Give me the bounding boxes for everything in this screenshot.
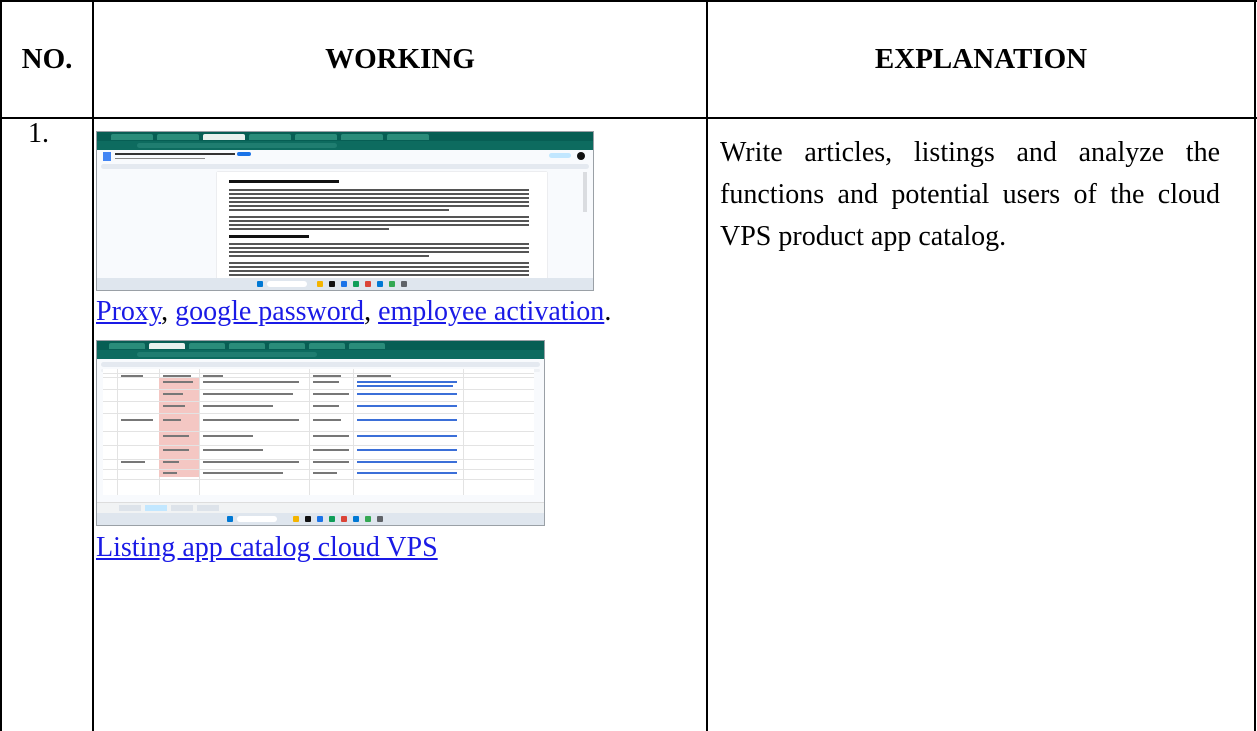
listing-app-catalog-link[interactable]: Listing app catalog cloud VPS [96,532,438,563]
browser-address-bar [97,350,544,359]
browser-tab-bar [97,132,593,141]
listing-link-container: Listing app catalog cloud VPS [96,532,438,564]
proxy-link[interactable]: Proxy [96,296,161,327]
spreadsheet-grid [103,369,534,495]
windows-taskbar [97,278,593,290]
docs-editor [97,150,593,284]
data-table: NO. WORKING EXPLANATION 1. Write article… [0,0,1257,731]
working-links: Proxy, google password, employee activat… [96,296,611,328]
row-number: 1. [28,118,49,149]
browser-address-bar [97,141,593,150]
table-border-right [1254,0,1256,731]
link-period: . [604,296,612,327]
header-explanation: EXPLANATION [874,42,1088,75]
sheet-tabs [97,502,544,513]
link-separator: , [364,296,379,327]
windows-taskbar [97,513,544,525]
employee-activation-link[interactable]: employee activation [378,296,604,327]
google-password-link[interactable]: google password [175,296,364,327]
google-sheets-screenshot [96,340,545,526]
row-explanation: Write articles, listings and analyze the… [720,137,1220,252]
link-separator: , [161,296,176,327]
google-docs-screenshot [96,131,594,291]
header-working: WORKING [325,42,475,75]
header-no: NO. [21,42,73,75]
browser-tab-bar [97,341,544,350]
